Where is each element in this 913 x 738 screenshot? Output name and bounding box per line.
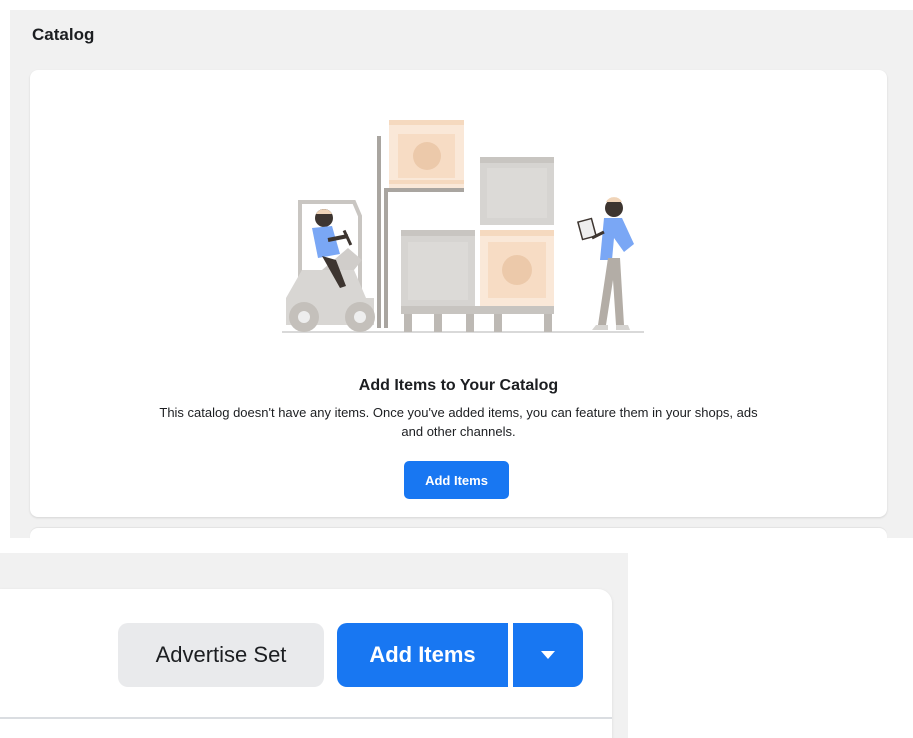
page-title: Catalog [32, 25, 95, 44]
add-items-button[interactable]: Add Items [404, 461, 509, 499]
gray-crate-top [480, 157, 554, 225]
pallets [401, 306, 554, 332]
advertise-set-button[interactable]: Advertise Set [118, 623, 324, 687]
toolbar-zoom-panel: Advertise Set Add Items [0, 553, 628, 738]
gray-crate-lower [401, 230, 475, 306]
add-items-dropdown-button[interactable] [513, 623, 583, 687]
catalog-empty-card: Add Items to Your Catalog This catalog d… [30, 70, 887, 517]
raised-crate [389, 120, 464, 192]
divider [0, 717, 612, 719]
add-items-primary-button[interactable]: Add Items [337, 623, 508, 687]
next-card-edge [30, 528, 887, 542]
warehouse-illustration [282, 120, 644, 333]
peach-crate-lower [480, 230, 554, 306]
empty-state-heading: Add Items to Your Catalog [358, 377, 559, 394]
caret-down-icon [541, 651, 555, 659]
catalog-panel: Catalog Add Items to Your Catalog This c… [10, 10, 913, 542]
empty-state-description: This catalog doesn't have any items. Onc… [159, 405, 758, 439]
worker-figure [576, 197, 634, 330]
toolbar-card: Advertise Set Add Items [0, 589, 612, 738]
